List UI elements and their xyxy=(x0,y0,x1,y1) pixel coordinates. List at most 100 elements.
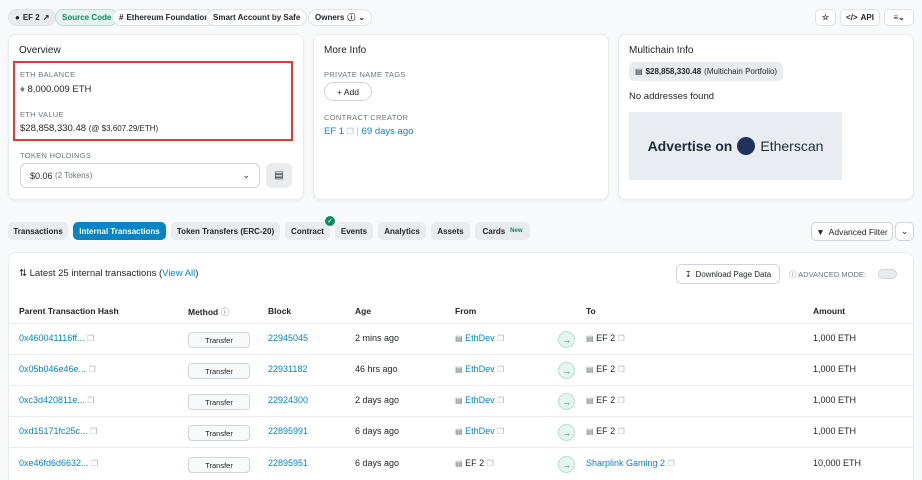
copy-icon[interactable]: ❐ xyxy=(87,334,94,343)
block-link[interactable]: 22895951 xyxy=(268,458,308,468)
tab-transactions[interactable]: Transactions xyxy=(8,222,68,240)
tab-label: Transactions xyxy=(13,226,63,236)
tab-events[interactable]: Events xyxy=(335,222,373,240)
method-label: Transfer xyxy=(205,428,233,438)
ad-text: Advertise on xyxy=(647,138,733,154)
copy-icon[interactable]: ❐ xyxy=(497,334,504,343)
eth-balance-label: ETH BALANCE xyxy=(20,70,76,79)
tab-label: Events xyxy=(340,226,368,236)
tab-cards[interactable]: Cards New xyxy=(475,222,530,240)
tx-hash-link[interactable]: 0xd15171fc25c... xyxy=(19,426,88,436)
arrow-right-icon: → xyxy=(558,393,575,410)
private-tags-label: PRIVATE NAME TAGS xyxy=(324,70,406,79)
age-text: 2 mins ago xyxy=(355,333,400,343)
more-menu-button[interactable]: ≡⌄ xyxy=(884,9,914,26)
copy-icon[interactable]: ❐ xyxy=(347,127,354,136)
tx-hash-link[interactable]: 0x05b046e46e... xyxy=(19,364,86,374)
tag-icon: ● xyxy=(15,13,20,22)
creator-tx-link[interactable]: 69 days ago xyxy=(362,126,414,137)
download-page-data-button[interactable]: ↧ Download Page Data xyxy=(676,264,780,284)
from-link[interactable]: EthDev xyxy=(465,364,495,374)
multichain-portfolio-button[interactable]: ▤ $28,858,330.48 (Multichain Portfolio) xyxy=(629,62,784,81)
header-age[interactable]: Age xyxy=(355,306,371,316)
favorite-button[interactable]: ☆ xyxy=(815,9,836,26)
header-block: Block xyxy=(268,306,292,316)
tab-contract[interactable]: Contract xyxy=(285,222,330,240)
table-row: 0x05b046e46e... ❐ Transfer 22931182 46 h… xyxy=(9,354,913,385)
advanced-mode-label: ⓘ ADVANCED MODE: xyxy=(789,269,866,280)
header-amount[interactable]: Amount xyxy=(813,306,845,316)
eth-value-text: $28,858,330.48 xyxy=(20,123,87,134)
copy-icon[interactable]: ❐ xyxy=(497,396,504,405)
api-button[interactable]: </> API xyxy=(840,9,880,26)
chevron-down-icon: ⌄ xyxy=(900,226,909,236)
tx-hash-link[interactable]: 0xc3d420811e... xyxy=(19,395,85,405)
filter-dropdown-button[interactable]: ⌄ xyxy=(895,222,914,241)
from-link[interactable]: EthDev xyxy=(465,395,495,405)
copy-icon[interactable]: ❐ xyxy=(618,334,625,343)
add-name-tag-button[interactable]: + Add xyxy=(324,82,372,101)
copy-icon[interactable]: ❐ xyxy=(618,427,625,436)
token-holdings-dropdown[interactable]: $0.06 (2 Tokens) ⌄ xyxy=(20,163,260,188)
header-to: To xyxy=(586,306,596,316)
copy-icon[interactable]: ❐ xyxy=(497,427,504,436)
tab-internal-transactions[interactable]: Internal Transactions xyxy=(73,222,166,240)
to-text: EF 2 xyxy=(596,426,616,436)
amount-text: 1,000 ETH xyxy=(813,364,857,374)
method-badge: Transfer xyxy=(188,394,250,410)
copy-icon[interactable]: ❐ xyxy=(90,427,97,436)
block-link[interactable]: 22945045 xyxy=(268,333,308,343)
header-hash: Parent Transaction Hash xyxy=(19,306,119,316)
advertise-banner[interactable]: Advertise on Etherscan xyxy=(629,112,842,180)
copy-icon[interactable]: ❐ xyxy=(89,365,96,374)
smart-account-tag[interactable]: Smart Account by Safe xyxy=(206,9,308,26)
method-label: Transfer xyxy=(205,397,233,407)
header-from: From xyxy=(455,306,477,316)
copy-icon[interactable]: ❐ xyxy=(618,396,625,405)
token-count: (2 Tokens) xyxy=(55,171,93,180)
table-row: 0xc3d420811e... ❐ Transfer 22924300 2 da… xyxy=(9,385,913,416)
block-link[interactable]: 22924300 xyxy=(268,395,308,405)
copy-icon[interactable]: ❐ xyxy=(618,365,625,374)
copy-icon[interactable]: ❐ xyxy=(91,459,98,468)
creator-link[interactable]: EF 1 xyxy=(324,126,344,137)
api-label: API xyxy=(860,13,874,22)
copy-icon[interactable]: ❐ xyxy=(487,459,494,468)
owners-dropdown[interactable]: Owners ⓘ ⌄ xyxy=(308,9,373,26)
tx-hash-link[interactable]: 0x460041116ff... xyxy=(19,333,85,343)
source-code-badge[interactable]: Source Code xyxy=(55,9,119,26)
portfolio-value: $28,858,330.48 xyxy=(645,67,702,76)
copy-icon[interactable]: ❐ xyxy=(497,365,504,374)
view-all-link[interactable]: View All xyxy=(162,268,195,279)
method-badge: Transfer xyxy=(188,457,250,473)
block-link[interactable]: 22895991 xyxy=(268,426,308,436)
advanced-filter-button[interactable]: ▼ Advanced Filter xyxy=(811,222,893,241)
header-method: Method ⓘ xyxy=(188,306,229,318)
from-text: EF 2 xyxy=(465,458,485,468)
tab-token-transfers[interactable]: Token Transfers (ERC-20) xyxy=(171,222,280,240)
address-tag-ef2[interactable]: ● EF 2 ↗ xyxy=(8,9,57,26)
token-portfolio-button[interactable]: ▤ xyxy=(266,163,292,188)
badge-label: Source Code xyxy=(62,13,112,22)
copy-icon[interactable]: ❐ xyxy=(87,396,94,405)
tab-label: Contract xyxy=(291,226,324,236)
copy-icon[interactable]: ❐ xyxy=(668,459,675,468)
portfolio-suffix: (Multichain Portfolio) xyxy=(704,67,778,76)
token-value: $0.06 xyxy=(30,170,53,181)
star-icon: ☆ xyxy=(821,13,830,22)
block-link[interactable]: 22931182 xyxy=(268,364,307,374)
from-link[interactable]: EthDev xyxy=(465,426,495,436)
tab-assets[interactable]: Assets xyxy=(431,222,470,240)
to-link[interactable]: Sharplink Gaming 2 xyxy=(586,458,665,468)
tx-hash-link[interactable]: 0xe46fd6d6632... xyxy=(19,458,89,468)
advanced-mode-toggle[interactable] xyxy=(878,269,897,279)
list-icon: ≡⌄ xyxy=(893,13,905,22)
multichain-card: Multichain Info ▤ $28,858,330.48 (Multic… xyxy=(618,34,914,200)
tab-label: Analytics xyxy=(384,226,420,236)
tab-analytics[interactable]: Analytics xyxy=(378,222,426,240)
amount-text: 1,000 ETH xyxy=(813,395,857,405)
card-title: Multichain Info xyxy=(629,45,694,56)
ethereum-foundation-tag[interactable]: # Ethereum Foundation xyxy=(112,9,217,26)
more-info-card: More Info PRIVATE NAME TAGS + Add CONTRA… xyxy=(313,34,609,200)
from-link[interactable]: EthDev xyxy=(465,333,495,343)
